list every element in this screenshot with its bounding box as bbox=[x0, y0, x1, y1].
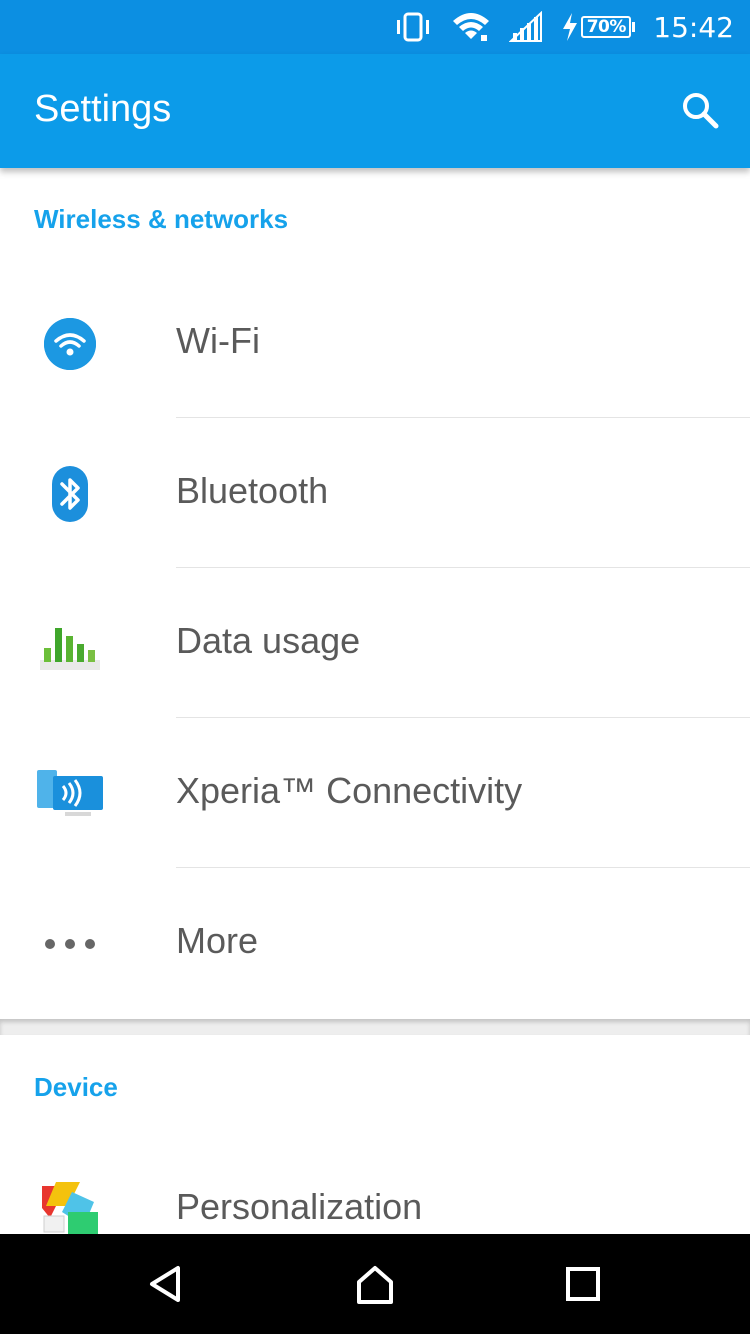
search-icon bbox=[683, 93, 719, 129]
data-usage-icon bbox=[34, 612, 106, 676]
setting-item-personalization[interactable]: Personalization bbox=[0, 1134, 750, 1234]
setting-item-xperia-connectivity[interactable]: Xperia™ Connectivity bbox=[0, 718, 750, 868]
back-icon bbox=[150, 1266, 180, 1302]
more-icon bbox=[34, 912, 106, 976]
status-icons: 70% 15:42 bbox=[393, 0, 734, 54]
battery-indicator: 70% bbox=[561, 12, 636, 42]
setting-item-wifi[interactable]: Wi-Fi bbox=[0, 268, 750, 418]
battery-icon bbox=[632, 22, 636, 32]
xperia-connectivity-icon bbox=[34, 762, 106, 826]
setting-item-more[interactable]: More bbox=[0, 868, 750, 1018]
setting-label-wifi: Wi-Fi bbox=[176, 320, 260, 361]
setting-label-personalization: Personalization bbox=[176, 1186, 423, 1227]
setting-item-data-usage[interactable]: Data usage bbox=[0, 568, 750, 718]
charging-icon bbox=[563, 13, 578, 41]
app-bar: Settings bbox=[0, 54, 750, 168]
recents-icon bbox=[566, 1267, 600, 1301]
cell-signal-icon bbox=[509, 11, 543, 43]
settings-screen: 70% 15:42 Settings Wireless & networks W… bbox=[0, 0, 750, 1334]
status-bar: 70% 15:42 bbox=[0, 0, 750, 54]
status-time: 15:42 bbox=[653, 10, 734, 44]
section-header-wireless: Wireless & networks bbox=[34, 204, 289, 234]
battery-level: 70% bbox=[581, 16, 632, 38]
back-button[interactable] bbox=[136, 1254, 196, 1314]
setting-label-more: More bbox=[176, 920, 259, 961]
setting-item-bluetooth[interactable]: Bluetooth bbox=[0, 418, 750, 568]
page-title: Settings bbox=[34, 88, 172, 130]
wifi-signal-icon bbox=[451, 11, 491, 43]
home-button[interactable] bbox=[345, 1254, 405, 1314]
wifi-icon bbox=[34, 312, 106, 376]
recents-button[interactable] bbox=[553, 1254, 613, 1314]
personalization-icon bbox=[34, 1178, 106, 1234]
vibrate-icon bbox=[393, 12, 433, 42]
setting-label-bluetooth: Bluetooth bbox=[176, 470, 329, 511]
setting-label-xperia-connectivity: Xperia™ Connectivity bbox=[176, 770, 523, 811]
settings-list: Wireless & networks Wi-Fi Bluetooth Data… bbox=[0, 168, 750, 1234]
navigation-bar bbox=[0, 1234, 750, 1334]
search-button[interactable] bbox=[676, 86, 724, 134]
section-header-device: Device bbox=[34, 1072, 118, 1102]
bluetooth-icon bbox=[34, 462, 106, 526]
setting-label-data-usage: Data usage bbox=[176, 620, 361, 661]
home-icon bbox=[357, 1266, 393, 1304]
section-separator bbox=[0, 1019, 750, 1035]
